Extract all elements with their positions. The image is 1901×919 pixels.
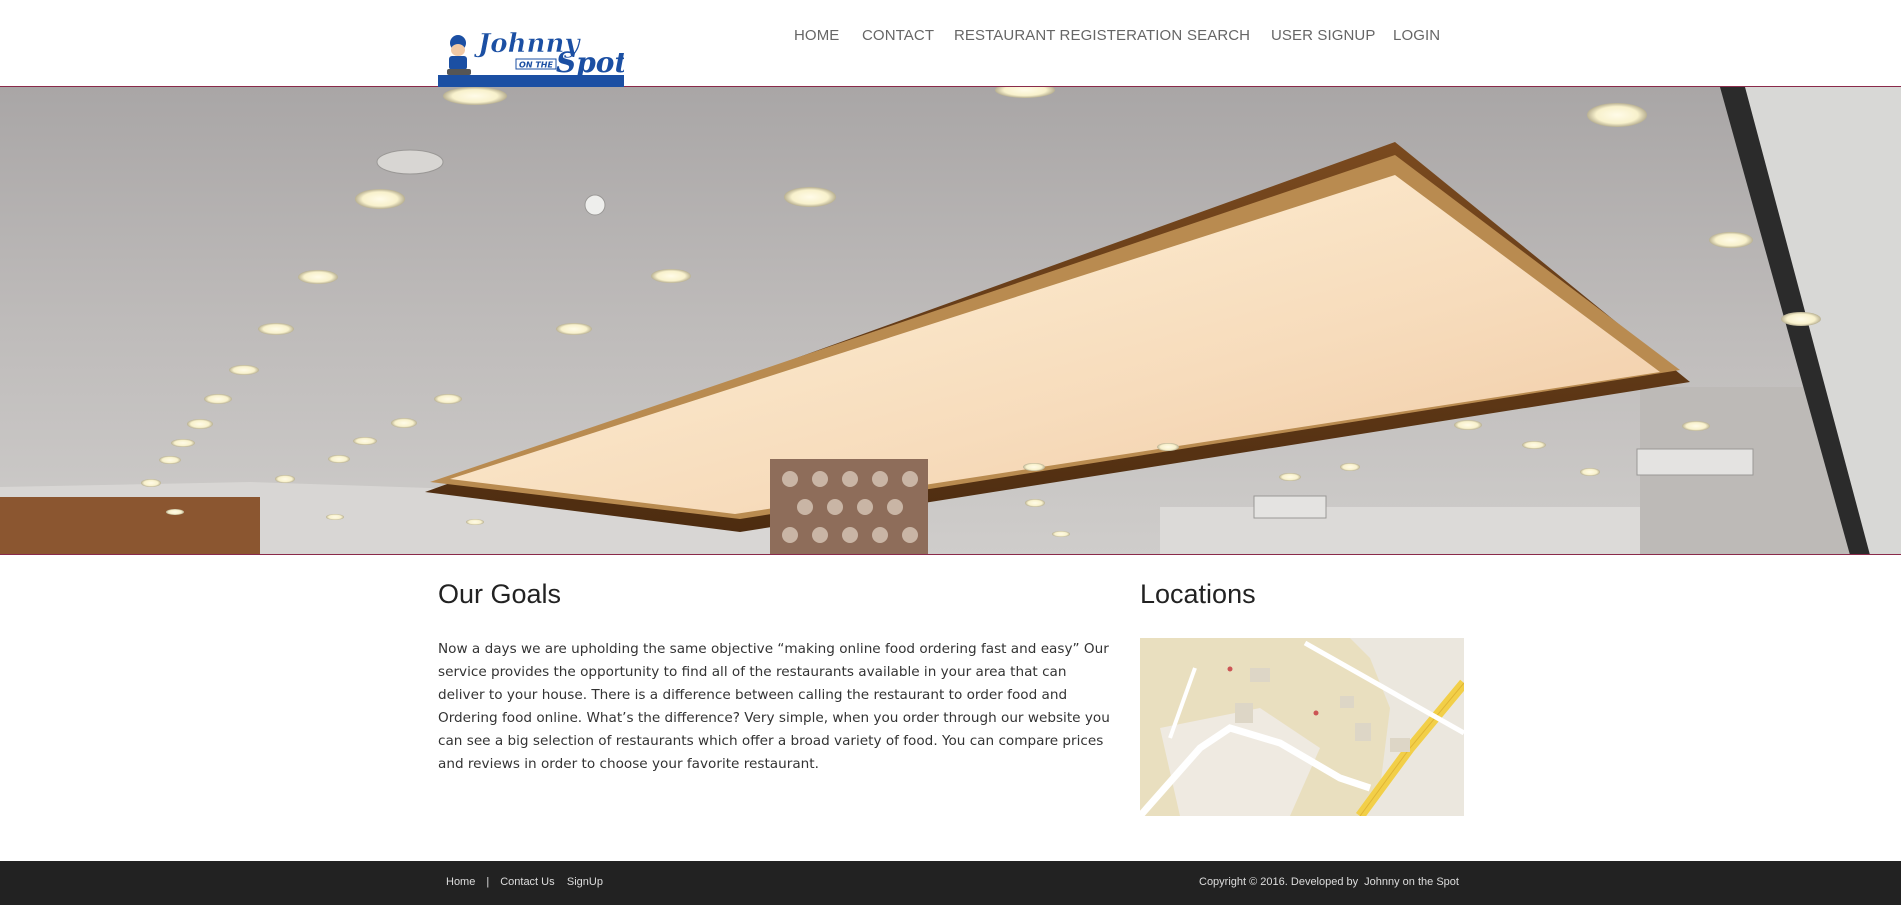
svg-text:Spot: Spot <box>556 46 624 79</box>
copyright-text: Copyright © 2016. Developed by <box>1199 876 1359 888</box>
nav-item-restaurant-registration[interactable]: RESTAURANT REGISTERATION <box>954 27 1182 44</box>
locations-title: Locations <box>1140 579 1256 609</box>
site-header: Johnny ON THE Spot HOME CONTACT RESTAURA… <box>0 0 1901 87</box>
footer-links: Home | Contact Us SignUp <box>446 876 603 888</box>
hero-banner <box>0 87 1901 555</box>
footer-link-contact[interactable]: Contact Us <box>500 876 554 888</box>
footer-separator: | <box>486 876 490 888</box>
main-nav: HOME CONTACT RESTAURANT REGISTERATION SE… <box>0 27 1901 47</box>
location-map[interactable] <box>1140 638 1464 816</box>
nav-item-login[interactable]: LOGIN <box>1393 27 1440 44</box>
footer-copyright: Copyright © 2016. Developed by Johnny on … <box>1199 876 1459 888</box>
site-footer: Home | Contact Us SignUp Copyright © 2016.… <box>0 861 1901 905</box>
nav-item-search[interactable]: SEARCH <box>1187 27 1250 44</box>
footer-link-signup[interactable]: SignUp <box>567 876 603 888</box>
map-icon <box>1140 638 1464 816</box>
goals-text: Now a days we are upholding the same obj… <box>438 641 1110 772</box>
svg-text:ON THE: ON THE <box>519 61 553 70</box>
goals-title: Our Goals <box>438 579 562 609</box>
nav-item-home[interactable]: HOME <box>794 27 839 44</box>
nav-item-contact[interactable]: CONTACT <box>862 27 934 44</box>
nav-item-user-signup[interactable]: USER SIGNUP <box>1271 27 1375 44</box>
footer-link-home[interactable]: Home <box>446 876 475 888</box>
developer-link[interactable]: Johnny on the Spot <box>1364 876 1459 888</box>
restaurant-ceiling-photo <box>0 87 1901 554</box>
